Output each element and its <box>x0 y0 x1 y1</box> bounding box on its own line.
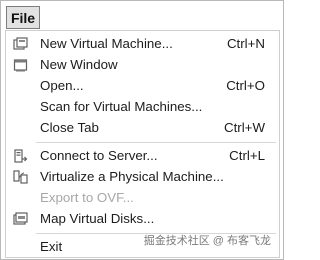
file-dropdown-menu: New Virtual Machine... Ctrl+N New Window… <box>5 30 280 258</box>
menu-item-label: New Virtual Machine... <box>40 36 173 51</box>
connect-server-icon <box>14 149 28 163</box>
menu-item-label: Connect to Server... <box>40 148 158 163</box>
menu-bar: File <box>2 2 282 31</box>
menu-item-close-tab[interactable]: Close Tab Ctrl+W <box>6 117 279 139</box>
new-window-icon <box>13 59 28 72</box>
new-vm-icon <box>13 37 28 50</box>
menu-item-label: New Window <box>40 57 118 72</box>
virtualize-physical-icon <box>13 170 28 184</box>
menu-item-map-virtual-disks[interactable]: Map Virtual Disks... <box>6 208 279 230</box>
menu-item-label: Close Tab <box>40 120 99 135</box>
map-disks-icon <box>13 212 28 225</box>
menu-separator <box>36 142 276 143</box>
watermark-text: 掘金技术社区 @ 布客飞龙 <box>143 235 271 247</box>
menu-item-new-window[interactable]: New Window <box>6 54 279 76</box>
menu-item-connect-to-server[interactable]: Connect to Server... Ctrl+L <box>6 145 279 167</box>
menu-item-shortcut: Ctrl+W <box>224 120 265 135</box>
menu-item-label: Virtualize a Physical Machine... <box>40 169 224 184</box>
menu-item-label: Open... <box>40 78 84 93</box>
menu-item-scan-virtual-machines[interactable]: Scan for Virtual Machines... <box>6 96 279 118</box>
menu-item-label: Scan for Virtual Machines... <box>40 99 203 114</box>
window-frame: File New Virtual Machine... Ctrl+N New W… <box>0 0 284 260</box>
menu-item-export-to-ovf: Export to OVF... <box>6 187 279 209</box>
menu-item-virtualize-physical-machine[interactable]: Virtualize a Physical Machine... <box>6 166 279 188</box>
file-menu-button[interactable]: File <box>6 6 40 29</box>
menu-item-shortcut: Ctrl+N <box>226 36 265 51</box>
menu-item-new-virtual-machine[interactable]: New Virtual Machine... Ctrl+N <box>6 33 279 55</box>
menu-item-label: Map Virtual Disks... <box>40 211 155 226</box>
menu-item-shortcut: Ctrl+O <box>226 78 265 93</box>
menu-item-open[interactable]: Open... Ctrl+O <box>6 75 279 97</box>
menu-item-label: Export to OVF... <box>40 190 134 205</box>
menu-item-shortcut: Ctrl+L <box>229 148 265 163</box>
menu-item-label: Exit <box>40 239 63 254</box>
